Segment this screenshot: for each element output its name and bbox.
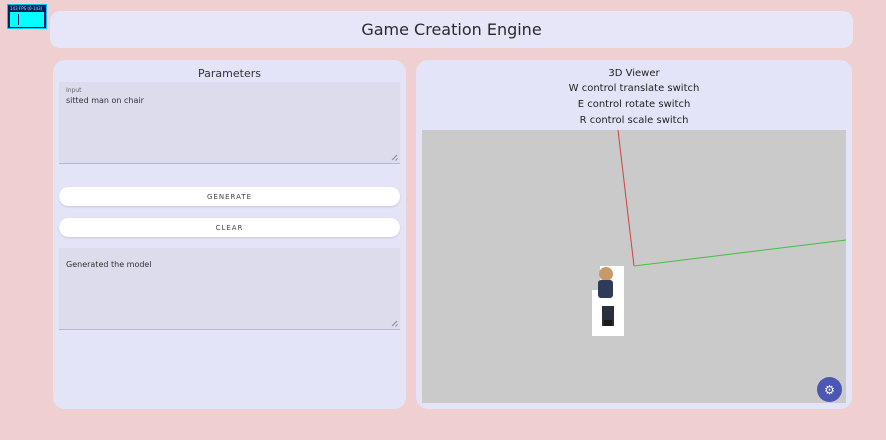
axis-x-line: [617, 130, 635, 267]
fps-graph: [10, 12, 44, 27]
axis-y-line: [633, 239, 846, 267]
settings-button[interactable]: ⚙: [817, 377, 842, 402]
fps-label: 143 FPS (0-143): [10, 6, 43, 11]
viewer-help-rotate: E control rotate switch: [577, 99, 691, 110]
viewer-help-translate: W control translate switch: [568, 83, 700, 94]
viewer-help-scale: R control scale switch: [579, 115, 689, 126]
input-value: sitted man on chair: [66, 96, 144, 105]
parameters-panel: Parameters Input sitted man on chair GEN…: [53, 60, 406, 409]
output-textarea[interactable]: Generated the model: [59, 248, 400, 330]
scene-svg: [592, 130, 846, 336]
output-value: Generated the model: [66, 260, 152, 269]
resize-grip-icon[interactable]: [392, 321, 398, 327]
input-textarea[interactable]: Input sitted man on chair: [59, 82, 400, 164]
clear-button[interactable]: CLEAR: [59, 218, 400, 237]
gear-icon: ⚙: [824, 382, 835, 397]
fps-overlay: 143 FPS (0-143): [7, 4, 47, 29]
viewer-title: 3D Viewer: [608, 68, 660, 79]
app-header: Game Creation Engine: [50, 11, 853, 48]
generate-button[interactable]: GENERATE: [59, 187, 400, 206]
model-chair-figure[interactable]: [592, 266, 624, 336]
app-title: Game Creation Engine: [361, 20, 542, 39]
parameters-title: Parameters: [198, 67, 261, 80]
viewer-panel: 3D Viewer W control translate switch E c…: [416, 60, 852, 409]
input-label: Input: [66, 87, 82, 94]
resize-grip-icon[interactable]: [392, 155, 398, 161]
viewer-canvas[interactable]: [422, 130, 846, 403]
